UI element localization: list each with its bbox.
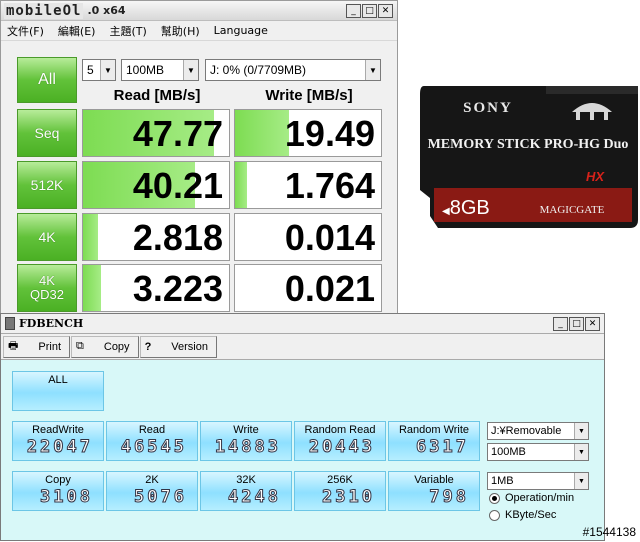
maximize-button[interactable]: □ [362,3,377,18]
size-select[interactable]: 100MB ▼ [121,59,199,81]
512k-write-cell: 1.764 [234,161,382,209]
read-header: Read [MB/s] [113,87,201,104]
readwrite-tile[interactable]: ReadWrite 22047 [12,421,104,461]
4k-write-cell: 0.014 [234,213,382,261]
all-test-button[interactable]: ALL [12,371,104,411]
write-bar [235,110,290,156]
fd-window-title: FDBENCH [19,317,84,330]
minimize-button[interactable]: _ [553,316,568,331]
chevron-down-icon: ▼ [183,60,198,80]
menu-theme[interactable]: 主題(T) [109,23,146,39]
seq-read-cell: 47.77 [82,109,230,157]
menu-help[interactable]: 幫助(H) [161,23,200,39]
all-button[interactable]: All [17,57,77,103]
menu-bar: 文件(F) 編輯(E) 主題(T) 幫助(H) Language [1,21,397,41]
close-button[interactable]: ✕ [378,3,393,18]
kbyte-per-sec-radio[interactable]: KByte/Sec [489,509,556,521]
chevron-down-icon: ▼ [100,60,115,80]
512k-read-cell: 40.21 [82,161,230,209]
read-tile[interactable]: Read 46545 [106,421,198,461]
size-select[interactable]: 100MB ▼ [487,443,589,461]
print-button[interactable]: 🖶 Print [3,335,71,358]
copy-button[interactable]: ⧉ Copy [71,335,139,358]
chevron-down-icon: ▼ [365,60,380,80]
chevron-down-icon: ▼ [574,444,588,460]
32k-tile[interactable]: 32K 4248 [200,471,292,511]
menu-language[interactable]: Language [214,24,268,37]
runs-select[interactable]: 5 ▼ [82,59,116,81]
window-title: .0 x64 [87,4,126,17]
4k-read-cell: 2.818 [82,213,230,261]
menu-file[interactable]: 文件(F) [7,23,44,39]
seq-write-cell: 19.49 [234,109,382,157]
drive-select[interactable]: J:¥Removable ▼ [487,422,589,440]
radio-selected-icon [489,492,500,504]
title-bar: mobileOl .0 x64 _ □ ✕ [1,1,397,21]
close-button[interactable]: ✕ [585,316,600,331]
model-label: MEMORY STICK PRO-HG Duo [428,137,629,152]
operation-per-min-radio[interactable]: Operation/min [489,492,574,504]
chevron-down-icon: ▼ [574,473,588,489]
fd-toolbar: 🖶 Print ⧉ Copy ? Version [1,334,604,360]
4k-button[interactable]: 4K [17,213,77,261]
random-write-tile[interactable]: Random Write 6317 [388,421,480,461]
radio-unselected-icon [489,509,500,521]
printer-icon: 🖶 [8,340,19,352]
4k-qd32-write-cell: 0.021 [234,264,382,312]
4k-qd32-button[interactable]: 4K QD32 [17,264,77,312]
fdbench-window: FDBENCH _ □ ✕ 🖶 Print ⧉ Copy ? Version ALL … [0,313,605,541]
chevron-down-icon: ▼ [574,423,588,439]
fd-title-bar: FDBENCH _ □ ✕ [1,314,604,334]
help-icon: ? [144,340,152,353]
seq-button[interactable]: Seq [17,109,77,157]
crystaldiskmark-window: mobileOl .0 x64 _ □ ✕ 文件(F) 編輯(E) 主題(T) … [0,0,398,314]
variable-tile[interactable]: Variable 798 [388,471,480,511]
256k-tile[interactable]: 256K 2310 [294,471,386,511]
copy-icon: ⧉ [76,340,84,352]
image-id-tag: #1544138 [582,525,636,539]
2k-tile[interactable]: 2K 5076 [106,471,198,511]
site-logo: mobileOl [4,2,84,19]
4k-qd32-read-cell: 3.223 [82,264,230,312]
app-icon [5,317,15,330]
read-bar [83,214,98,260]
block-size-select[interactable]: 1MB ▼ [487,472,589,490]
menu-edit[interactable]: 編輯(E) [58,23,96,39]
write-bar [235,162,247,208]
512k-button[interactable]: 512K [17,161,77,209]
maximize-button[interactable]: □ [569,316,584,331]
random-read-tile[interactable]: Random Read 20443 [294,421,386,461]
memory-stick-image: SONY MEMORY STICK PRO-HG Duo HX ◀8GB MAG… [420,86,638,228]
drive-select[interactable]: J: 0% (0/7709MB) ▼ [205,59,381,81]
hx-label: HX [586,169,605,184]
minimize-button[interactable]: _ [346,3,361,18]
write-header: Write [MB/s] [265,87,353,104]
magicgate-label: MAGICGATE [540,204,605,216]
write-tile[interactable]: Write 14883 [200,421,292,461]
capacity-label: ◀8GB [442,197,490,219]
copy-tile[interactable]: Copy 3108 [12,471,104,511]
version-button[interactable]: ? Version [139,335,217,358]
read-bar [83,265,101,311]
sony-brand: SONY [463,100,513,116]
